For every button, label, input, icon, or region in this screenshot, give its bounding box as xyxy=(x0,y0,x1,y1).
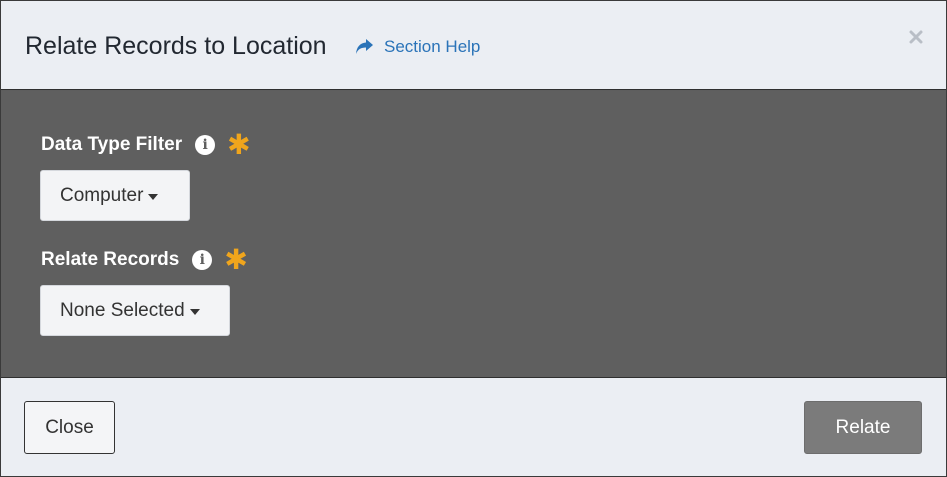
share-arrow-icon xyxy=(356,39,373,54)
data-type-filter-dropdown[interactable]: Computer xyxy=(40,170,190,221)
required-asterisk-icon: ✱ xyxy=(224,243,248,276)
relate-records-dropdown[interactable]: None Selected xyxy=(40,285,230,336)
data-type-filter-value: Computer xyxy=(60,184,144,206)
dialog-header: Relate Records to Location Section Help xyxy=(1,1,946,90)
dialog-title: Relate Records to Location xyxy=(25,32,327,60)
section-help-label: Section Help xyxy=(384,37,481,56)
data-type-filter-label: Data Type Filter i ✱ xyxy=(41,128,251,161)
close-icon[interactable] xyxy=(908,29,924,45)
relate-records-label: Relate Records i ✱ xyxy=(41,243,248,276)
relate-button[interactable]: Relate xyxy=(804,401,922,454)
dialog-body: Data Type Filter i ✱ Computer Relate Rec… xyxy=(1,91,946,377)
caret-down-icon xyxy=(189,309,200,315)
relate-records-dialog: Relate Records to Location Section Help … xyxy=(0,0,947,477)
caret-down-icon xyxy=(148,194,159,200)
info-icon[interactable]: i xyxy=(195,135,216,155)
required-asterisk-icon: ✱ xyxy=(227,128,251,161)
dialog-footer: Close Relate xyxy=(1,377,946,476)
data-type-filter-text: Data Type Filter xyxy=(41,134,183,155)
info-icon[interactable]: i xyxy=(192,250,213,270)
close-button[interactable]: Close xyxy=(24,401,115,454)
relate-records-text: Relate Records xyxy=(41,249,180,270)
section-help-link[interactable]: Section Help xyxy=(354,37,480,57)
relate-records-value: None Selected xyxy=(60,299,185,321)
